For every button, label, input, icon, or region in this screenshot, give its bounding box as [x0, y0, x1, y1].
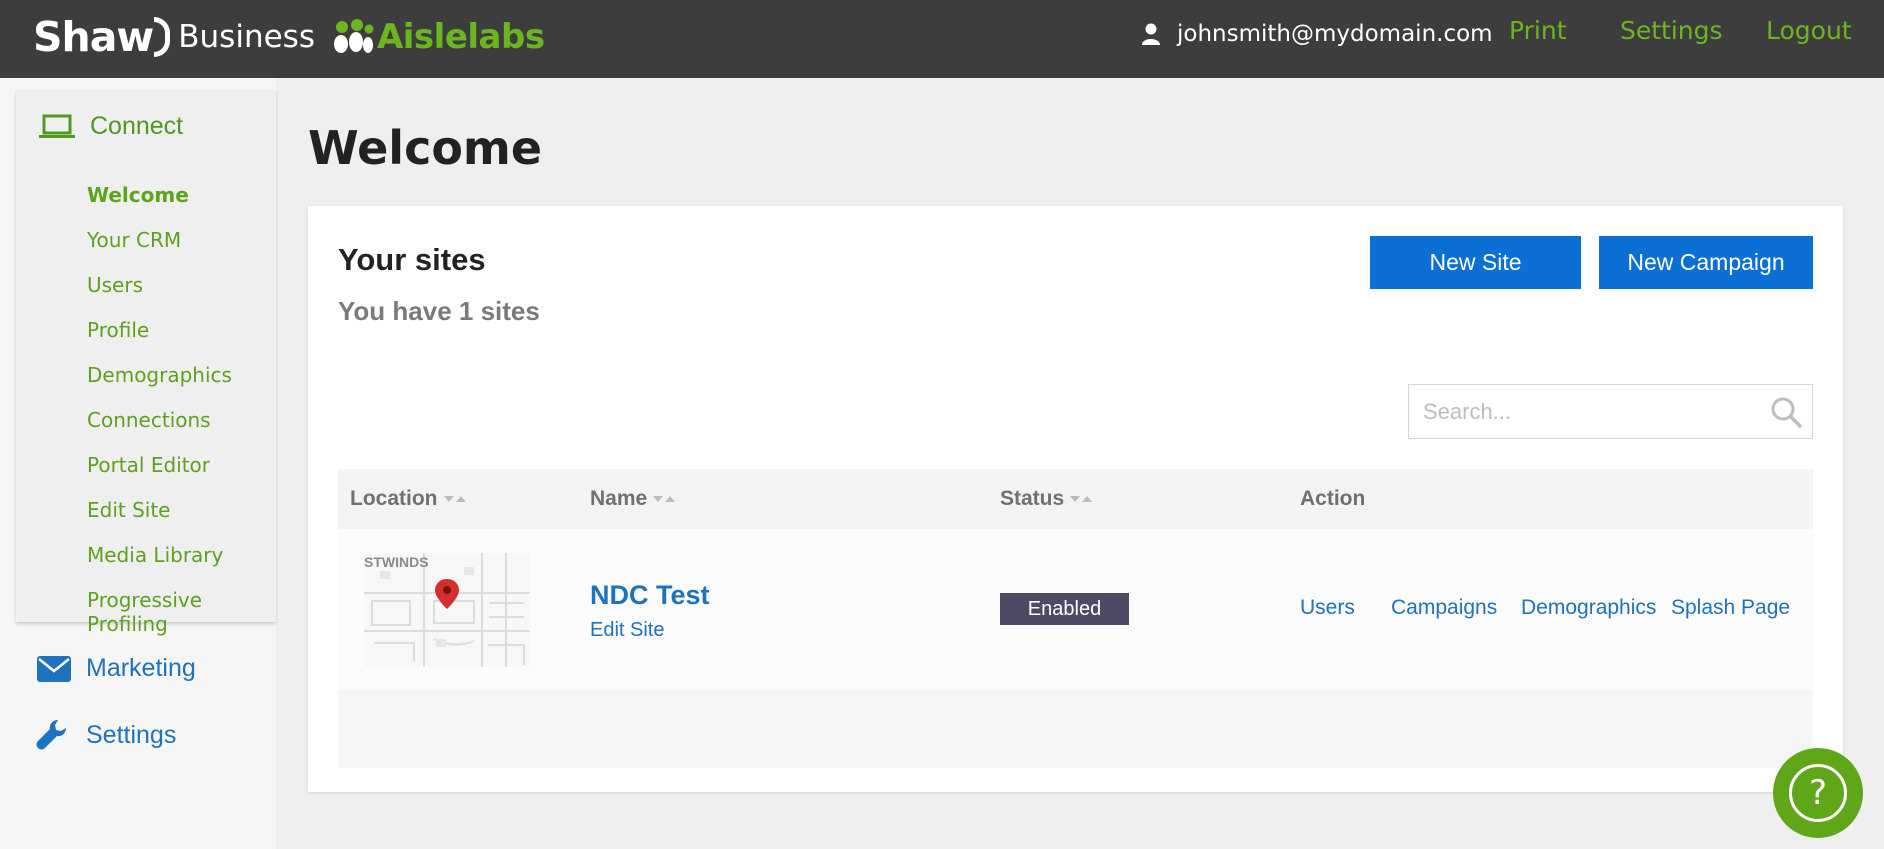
sidebar-section-connect: Connect Welcome Your CRM Users Profile D…: [16, 90, 276, 636]
envelope-icon: [37, 655, 71, 682]
user-icon: [1142, 23, 1160, 45]
shaw-logo-arc: [154, 17, 171, 57]
aislelabs-logo-text: Aislelabs: [376, 17, 545, 57]
action-demographics-link[interactable]: Demographics: [1521, 596, 1656, 620]
sidebar-item-connections[interactable]: Connections: [87, 408, 211, 432]
sidebar-item-settings[interactable]: Settings: [36, 718, 176, 752]
action-splash-page-link[interactable]: Splash Page: [1671, 596, 1790, 620]
sidebar-item-marketing[interactable]: Marketing: [36, 654, 196, 683]
sidebar-item-media-library[interactable]: Media Library: [87, 543, 223, 567]
sidebar-item-welcome[interactable]: Welcome: [87, 183, 189, 207]
table-header: Location Name Status Action: [338, 469, 1813, 529]
sidebar-item-label: Marketing: [86, 654, 196, 682]
sort-icon: [653, 493, 677, 505]
status-badge: Enabled: [1000, 593, 1129, 625]
map-label: STWINDS: [364, 554, 429, 570]
sort-icon: [443, 493, 468, 505]
table-footer-row: [338, 690, 1813, 768]
sidebar-item-label: Settings: [86, 720, 177, 749]
sidebar: Connect Welcome Your CRM Users Profile D…: [0, 78, 276, 849]
help-button[interactable]: ?: [1773, 748, 1863, 838]
sidebar-item-portal-editor[interactable]: Portal Editor: [87, 453, 210, 477]
settings-link[interactable]: Settings: [1620, 16, 1723, 45]
brand-logo[interactable]: Shaw Business Aislelabs: [33, 12, 545, 62]
column-status-label: Status: [1000, 487, 1065, 510]
site-name-link[interactable]: NDC Test: [590, 580, 710, 611]
sites-count: You have 1 sites: [338, 296, 540, 326]
print-link[interactable]: Print: [1509, 16, 1567, 45]
column-location[interactable]: Location: [350, 469, 468, 529]
aislelabs-logo-icon: [333, 19, 374, 53]
action-campaigns-link[interactable]: Campaigns: [1391, 596, 1497, 620]
logout-link[interactable]: Logout: [1766, 16, 1852, 45]
sidebar-item-connect[interactable]: Connect: [38, 112, 183, 141]
sort-icon: [1070, 493, 1094, 505]
business-logo-text: Business: [178, 19, 315, 55]
edit-site-link[interactable]: Edit Site: [590, 619, 664, 642]
search-icon[interactable]: [1770, 396, 1802, 428]
user-account[interactable]: johnsmith@mydomain.com: [1141, 14, 1493, 54]
column-name-label: Name: [590, 487, 648, 510]
aislelabs-logo: Aislelabs: [332, 17, 545, 57]
table-row: STWINDS NDC Test Edit Site Enabled Users…: [338, 529, 1813, 690]
column-location-label: Location: [350, 487, 438, 510]
sidebar-item-label: Connect: [90, 112, 184, 140]
help-icon: ?: [1789, 764, 1847, 822]
sites-table: Location Name Status Action STWINDS NDC …: [338, 469, 1813, 768]
column-action-label: Action: [1300, 487, 1366, 510]
top-bar: Shaw Business Aislelabs johnsmith@mydoma…: [0, 0, 1884, 78]
sites-panel: Your sites You have 1 sites New Site New…: [308, 206, 1843, 792]
action-users-link[interactable]: Users: [1300, 596, 1355, 620]
page-title: Welcome: [308, 121, 543, 175]
sidebar-item-your-crm[interactable]: Your CRM: [87, 228, 181, 252]
site-map-thumbnail[interactable]: STWINDS: [364, 553, 530, 667]
laptop-icon: [39, 114, 75, 138]
sites-title: Your sites: [338, 242, 486, 277]
sidebar-item-progressive-profiling[interactable]: Progressive Profiling: [87, 588, 276, 636]
new-site-button[interactable]: New Site: [1370, 236, 1581, 289]
column-action: Action: [1300, 469, 1365, 529]
user-email: johnsmith@mydomain.com: [1177, 21, 1493, 47]
column-name[interactable]: Name: [590, 469, 677, 529]
column-status[interactable]: Status: [1000, 469, 1094, 529]
search-box: [1408, 384, 1813, 439]
sidebar-item-profile[interactable]: Profile: [87, 318, 149, 342]
new-campaign-button[interactable]: New Campaign: [1599, 236, 1813, 289]
shaw-logo-text: Shaw: [33, 13, 154, 61]
sidebar-item-edit-site[interactable]: Edit Site: [87, 498, 171, 522]
wrench-icon: [36, 720, 66, 750]
sidebar-item-demographics[interactable]: Demographics: [87, 363, 232, 387]
search-input[interactable]: [1409, 385, 1759, 438]
sidebar-item-users[interactable]: Users: [87, 273, 143, 297]
